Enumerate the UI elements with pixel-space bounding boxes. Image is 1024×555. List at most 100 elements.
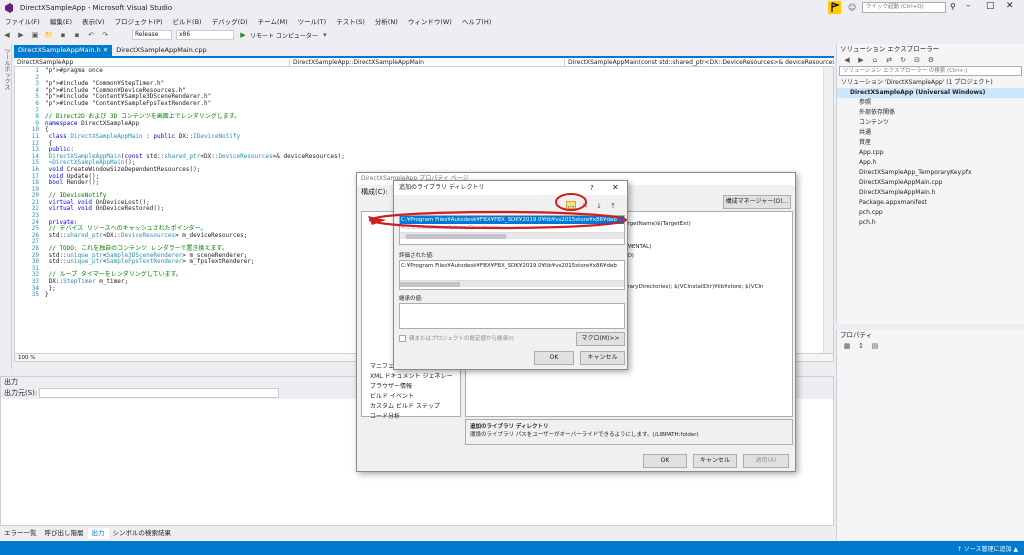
ok-button[interactable]: OK	[643, 454, 687, 468]
solution-tree-item[interactable]: 共通	[837, 128, 1024, 138]
solution-tree-item[interactable]: 資産	[837, 138, 1024, 148]
solution-tree-item[interactable]: 外部依存関係	[837, 108, 1024, 118]
back-icon[interactable]: ◀	[842, 55, 852, 65]
close-icon[interactable]: ✕	[612, 183, 619, 192]
directory-entry[interactable]: <ここにAdditionalLibraryDirectories>	[400, 224, 624, 232]
code-line[interactable]: 14 DirectXSampleAppMain(const std::share…	[15, 153, 833, 161]
open-icon[interactable]: 📁	[44, 30, 54, 40]
addlib-cancel-button[interactable]: キャンセル	[580, 351, 625, 365]
redo-icon[interactable]: ↷	[100, 30, 110, 40]
menu-item[interactable]: ウィンドウ(W)	[403, 16, 457, 28]
source-control-button[interactable]: ↑ ソース管理に追加 ▲	[957, 544, 1018, 553]
solution-tree-item[interactable]: コンテンツ	[837, 118, 1024, 128]
code-line[interactable]: 12 {	[15, 140, 833, 148]
maximize-button[interactable]: □	[986, 1, 995, 11]
solution-tree-item[interactable]: App.h	[837, 158, 1024, 168]
dropdown-icon[interactable]: ▾	[320, 30, 330, 40]
output-tab[interactable]: 呼び出し階層	[41, 528, 88, 539]
zoom-level[interactable]: 100 %	[18, 355, 35, 361]
property-tree-item[interactable]: ブラウザー情報	[362, 382, 460, 392]
close-tab-icon[interactable]: ✕	[103, 46, 108, 54]
run-target-button[interactable]: リモート コンピューター	[250, 31, 318, 40]
menu-item[interactable]: プロジェクト(P)	[110, 16, 168, 28]
toolbox-label[interactable]: ツールボックス	[2, 48, 11, 90]
nav-scope-dropdown[interactable]: DirectXSampleApp::DirectXSampleAppMain	[289, 58, 564, 66]
macro-button[interactable]: マクロ(M)>>	[576, 332, 625, 346]
editor-vertical-scrollbar[interactable]	[823, 67, 833, 353]
menu-item[interactable]: 編集(E)	[45, 16, 77, 28]
menu-item[interactable]: 分析(N)	[370, 16, 403, 28]
nav-member-dropdown[interactable]: DirectXSampleAppMain(const std::shared_p…	[564, 58, 834, 66]
refresh-icon[interactable]: ↻	[898, 55, 908, 65]
back-icon[interactable]: ◀	[2, 30, 12, 40]
solution-tree-item[interactable]: 参照	[837, 98, 1024, 108]
solution-tree-item[interactable]: DirectXSampleApp_TemporaryKey.pfx	[837, 168, 1024, 178]
save-all-icon[interactable]: ▪	[72, 30, 82, 40]
directory-list[interactable]: C:¥Program Files¥Autodesk¥FBX¥FBX_SDK¥20…	[399, 215, 625, 245]
output-tab[interactable]: シンボルの検索結果	[109, 528, 176, 539]
property-tree-item[interactable]: カスタム ビルド ステップ	[362, 402, 460, 412]
directory-entry-selected[interactable]: C:¥Program Files¥Autodesk¥FBX¥FBX_SDK¥20…	[400, 216, 624, 224]
feedback-icon[interactable]: ☺	[848, 3, 858, 13]
solution-tree-item[interactable]: Package.appxmanifest	[837, 198, 1024, 208]
save-icon[interactable]: ▪	[58, 30, 68, 40]
inherit-checkbox-row[interactable]: 親またはプロジェクトの既定値から継承(I)	[399, 334, 514, 342]
apply-button[interactable]: 適用(A)	[743, 454, 789, 468]
forward-icon[interactable]: ▶	[16, 30, 26, 40]
solution-tree-item[interactable]: DirectXSampleAppMain.h	[837, 188, 1024, 198]
close-button[interactable]: ✕	[1006, 1, 1014, 11]
config-select[interactable]: Release	[132, 30, 172, 40]
config-manager-button[interactable]: 構成マネージャー(O)...	[723, 195, 791, 209]
addlib-ok-button[interactable]: OK	[534, 351, 574, 365]
home-icon[interactable]: ⌂	[870, 55, 880, 65]
collapse-all-icon[interactable]: ⊟	[912, 55, 922, 65]
sync-icon[interactable]: ⇄	[884, 55, 894, 65]
cancel-button[interactable]: キャンセル	[693, 454, 737, 468]
output-tab[interactable]: 出力	[87, 528, 109, 539]
categorized-icon[interactable]: ▦	[842, 341, 852, 351]
quick-launch-input[interactable]: クイック起動 (Ctrl+Q)	[862, 2, 946, 13]
solution-tree-item[interactable]: pch.cpp	[837, 208, 1024, 218]
evaluated-scrollbar[interactable]	[400, 280, 624, 287]
property-tree-item[interactable]: コード分析	[362, 412, 460, 422]
menu-item[interactable]: ツール(T)	[293, 16, 332, 28]
menu-item[interactable]: ファイル(F)	[0, 16, 45, 28]
solution-tree-item[interactable]: App.cpp	[837, 148, 1024, 158]
properties-icon[interactable]: ⚙	[926, 55, 936, 65]
minimize-button[interactable]: –	[966, 1, 971, 11]
menu-item[interactable]: デバッグ(D)	[207, 16, 253, 28]
solution-tree-item[interactable]: ソリューション 'DirectXSampleApp' (1 プロジェクト)	[837, 78, 1024, 88]
output-source-select[interactable]	[39, 388, 280, 398]
code-line[interactable]: 1 "p">#pragma once	[15, 67, 833, 75]
move-up-icon[interactable]: ↑	[608, 201, 618, 211]
solution-tree-item[interactable]: DirectXSampleApp (Universal Windows)	[837, 88, 1024, 98]
property-pages-icon[interactable]: ▤	[870, 341, 880, 351]
run-icon[interactable]: ▶	[238, 30, 248, 40]
property-tree-item[interactable]: ビルド イベント	[362, 392, 460, 402]
toolbox-strip[interactable]: ツールボックス	[0, 44, 12, 369]
code-line[interactable]: 11 class DirectXSampleAppMain : public D…	[15, 133, 833, 141]
help-button[interactable]: ?	[590, 184, 594, 192]
nav-project-dropdown[interactable]: DirectXSampleApp	[14, 59, 289, 66]
se-search-input[interactable]: ソリューション エクスプローラー の検索 (Ctrl+;)	[839, 66, 1022, 76]
menu-item[interactable]: チーム(M)	[253, 16, 293, 28]
solution-tree-item[interactable]: DirectXSampleAppMain.cpp	[837, 178, 1024, 188]
platform-select[interactable]: x86	[176, 30, 234, 40]
alphabetical-icon[interactable]: ↕	[856, 341, 866, 351]
code-line[interactable]: 9 namespace DirectXSampleApp	[15, 120, 833, 128]
forward-icon[interactable]: ▶	[856, 55, 866, 65]
code-line[interactable]: 6 "p">#include "Content¥SampleFpsTextRend…	[15, 100, 833, 108]
delete-icon[interactable]: ✕	[580, 201, 590, 211]
new-line-icon[interactable]: ▭	[566, 201, 576, 211]
tab-main-h[interactable]: DirectXSampleAppMain.h ✕	[14, 45, 113, 56]
output-tab[interactable]: エラー一覧	[0, 528, 41, 539]
list-scrollbar[interactable]	[400, 232, 624, 239]
inherit-checkbox[interactable]	[399, 334, 406, 342]
notification-flag-icon[interactable]	[828, 1, 841, 14]
tab-main-cpp[interactable]: DirectXSampleAppMain.cpp	[112, 45, 210, 56]
menu-item[interactable]: ビルド(B)	[168, 16, 207, 28]
move-down-icon[interactable]: ↓	[594, 201, 604, 211]
solution-tree-item[interactable]: pch.h	[837, 218, 1024, 228]
property-tree-item[interactable]: XML ドキュメント ジェネレー	[362, 372, 460, 382]
undo-icon[interactable]: ↶	[86, 30, 96, 40]
